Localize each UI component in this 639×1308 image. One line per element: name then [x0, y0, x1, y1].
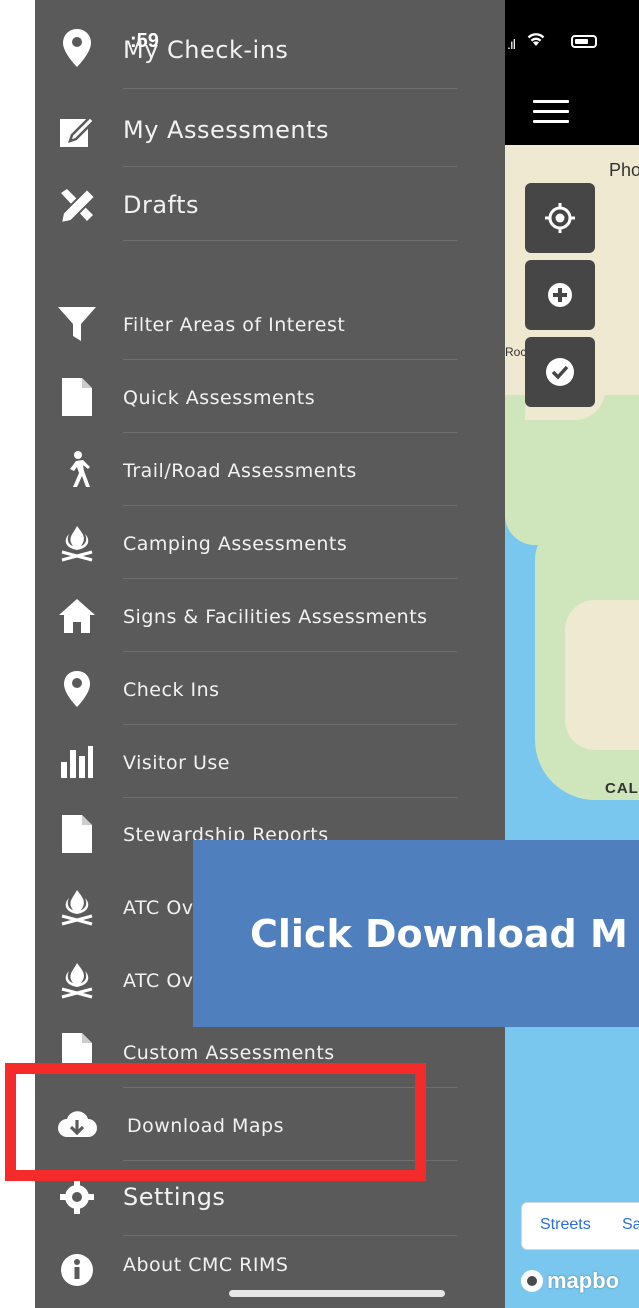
gear-icon — [57, 1177, 97, 1217]
home-indicator[interactable] — [229, 1290, 445, 1297]
divider — [123, 432, 457, 433]
location-pin-icon — [57, 669, 97, 709]
highlight-box — [5, 1063, 426, 1181]
streets-style-option[interactable]: Streets — [540, 1216, 591, 1234]
check-circle-icon — [546, 358, 574, 386]
battery-icon — [571, 35, 597, 48]
crosshair-icon — [545, 203, 575, 233]
divider — [123, 88, 457, 89]
divider — [123, 166, 457, 167]
status-time: :59 — [130, 30, 159, 52]
tutorial-callout: Click Download M — [193, 840, 639, 1027]
map-view[interactable]: .ıl Pho Rocky Point CAL — [505, 0, 639, 1308]
map-place-label: CAL — [605, 780, 639, 797]
map-land — [565, 600, 639, 750]
divider — [123, 240, 457, 241]
bar-chart-icon — [57, 742, 97, 782]
status-bar: .ıl — [505, 28, 639, 58]
nav-item-label: ATC Ov — [123, 970, 194, 992]
divider — [123, 578, 457, 579]
nav-item-label: Trail/Road Assessments — [123, 460, 357, 482]
menu-icon[interactable] — [533, 100, 569, 130]
nav-item-label: Drafts — [123, 191, 199, 219]
document-icon — [57, 814, 97, 854]
map-style-switcher[interactable]: Streets Sa — [521, 1202, 639, 1250]
satellite-style-option[interactable]: Sa — [622, 1216, 639, 1234]
campfire-icon — [57, 960, 97, 1000]
nav-item-label: Settings — [123, 1183, 226, 1211]
mapbox-icon — [521, 1270, 543, 1292]
nav-item-label: Camping Assessments — [123, 533, 348, 555]
map-place-label: Pho — [609, 160, 639, 180]
divider — [123, 651, 457, 652]
home-icon — [57, 596, 97, 636]
nav-item-label: Signs & Facilities Assessments — [123, 606, 428, 628]
signal-icon: .ıl — [507, 36, 516, 52]
campfire-icon — [57, 523, 97, 563]
edit-icon — [57, 110, 97, 150]
document-icon — [57, 377, 97, 417]
add-button[interactable] — [525, 260, 595, 330]
mapbox-logo: mapbo — [521, 1268, 619, 1294]
locate-button[interactable] — [525, 183, 595, 253]
info-icon — [57, 1250, 97, 1290]
divider — [123, 359, 457, 360]
map-header: .ıl — [505, 0, 639, 145]
check-button[interactable] — [525, 337, 595, 407]
campfire-icon — [57, 887, 97, 927]
location-pin-icon — [57, 28, 97, 68]
nav-item-label: Filter Areas of Interest — [123, 314, 346, 336]
nav-item-label: Custom Assessments — [123, 1042, 335, 1064]
nav-item-label: Quick Assessments — [123, 387, 316, 409]
divider — [123, 797, 457, 798]
nav-item-label: My Assessments — [123, 116, 330, 144]
nav-item-label: About CMC RIMS — [123, 1254, 289, 1276]
mapbox-wordmark: mapbo — [547, 1268, 620, 1293]
hiker-icon — [57, 450, 97, 490]
divider — [123, 724, 457, 725]
plus-circle-icon — [548, 283, 572, 307]
divider — [123, 1235, 457, 1236]
nav-item-label: Check Ins — [123, 679, 220, 701]
nav-item-label: ATC Ov — [123, 897, 194, 919]
tools-icon — [57, 185, 97, 225]
tutorial-callout-text: Click Download M — [250, 912, 628, 956]
divider — [123, 505, 457, 506]
nav-item-label: Visitor Use — [123, 752, 230, 774]
wifi-icon — [527, 33, 545, 46]
filter-icon — [57, 304, 97, 344]
